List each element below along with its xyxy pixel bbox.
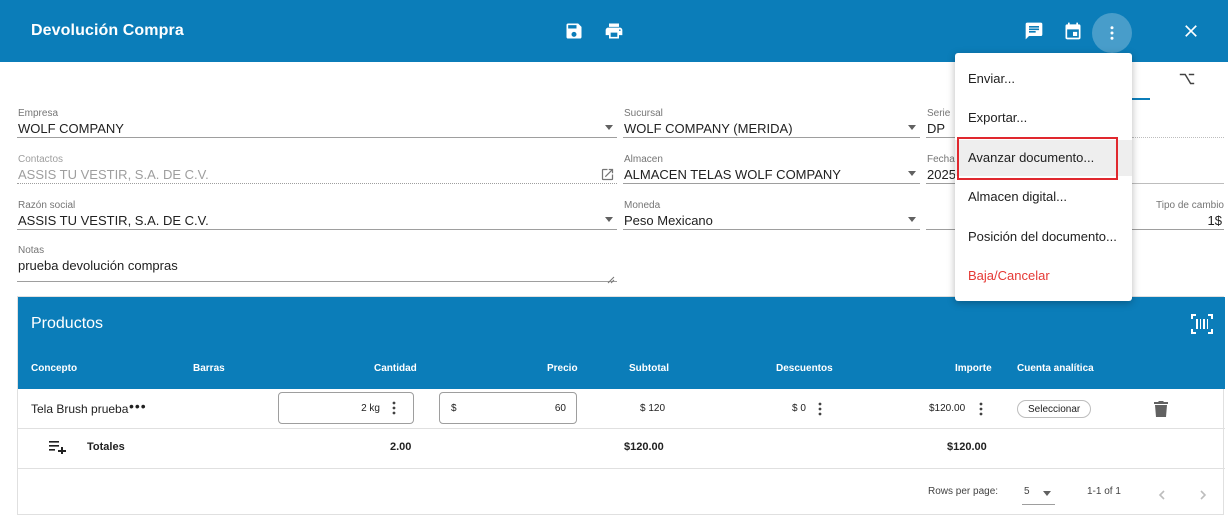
- empresa-label: Empresa: [18, 108, 59, 119]
- chevron-down-icon[interactable]: [908, 125, 916, 130]
- moneda-value: Peso Mexicano: [624, 213, 713, 228]
- concepto-cell: Tela Brush prueba: [31, 402, 129, 416]
- calendar-icon[interactable]: [1062, 20, 1084, 42]
- chevron-down-icon[interactable]: [908, 217, 916, 222]
- more-vertical-icon[interactable]: [1092, 13, 1132, 53]
- contactos-field[interactable]: Contactos ASSIS TU VESTIR, S.A. DE C.V.: [17, 154, 617, 184]
- razon-social-value: ASSIS TU VESTIR, S.A. DE C.V.: [18, 213, 209, 228]
- cantidad-value: 2 kg: [361, 403, 380, 414]
- more-horizontal-icon[interactable]: •••: [129, 398, 147, 414]
- totals-subtotal: $120.00: [624, 441, 664, 453]
- razon-social-field[interactable]: Razón social ASSIS TU VESTIR, S.A. DE C.…: [17, 200, 617, 230]
- trash-icon[interactable]: [1154, 401, 1168, 417]
- page-title: Devolución Compra: [31, 22, 184, 39]
- column-header-concepto: Concepto: [31, 363, 78, 374]
- more-vertical-icon[interactable]: [391, 401, 397, 415]
- contactos-value: ASSIS TU VESTIR, S.A. DE C.V.: [18, 167, 209, 182]
- chevron-down-icon[interactable]: [605, 125, 613, 130]
- totals-importe: $120.00: [947, 441, 987, 453]
- column-header-cuenta-analitica: Cuenta analítica: [1017, 363, 1094, 374]
- fecha-extra-field: [1132, 154, 1224, 184]
- notas-value: prueba devolución compras: [18, 258, 178, 273]
- print-icon[interactable]: [603, 20, 625, 42]
- moneda-label: Moneda: [624, 200, 661, 211]
- table-row: Tela Brush prueba ••• 2 kg $ 60 $ 120 $ …: [18, 389, 1225, 429]
- menu-item-almacen-digital[interactable]: Almacen digital...: [955, 179, 1132, 215]
- comment-icon[interactable]: [1023, 20, 1045, 42]
- column-header-barras: Barras: [193, 363, 225, 374]
- save-icon[interactable]: [563, 20, 585, 42]
- totals-label: Totales: [87, 441, 125, 453]
- serie-folio-field: [1132, 108, 1224, 138]
- rows-per-page-value: 5: [1024, 486, 1030, 497]
- barcode-scan-icon[interactable]: [1191, 314, 1213, 334]
- contactos-label: Contactos: [18, 154, 64, 165]
- open-external-icon[interactable]: [600, 167, 615, 182]
- menu-item-exportar[interactable]: Exportar...: [955, 100, 1132, 136]
- column-header-subtotal: Subtotal: [629, 363, 669, 374]
- products-header: Productos Concepto Barras Cantidad Preci…: [18, 297, 1225, 389]
- column-header-importe: Importe: [955, 363, 992, 374]
- almacen-value: ALMACEN TELAS WOLF COMPANY: [624, 167, 841, 182]
- almacen-label: Almacen: [624, 154, 663, 165]
- column-header-cantidad: Cantidad: [374, 363, 417, 374]
- rows-per-page-label: Rows per page:: [928, 486, 999, 497]
- column-header-descuentos: Descuentos: [776, 363, 833, 374]
- descuentos-cell: $ 0: [792, 403, 806, 414]
- chevron-right-icon[interactable]: [1198, 487, 1208, 505]
- resize-handle-icon[interactable]: [607, 271, 615, 284]
- moneda-extra-field: [926, 200, 956, 230]
- sucursal-field[interactable]: Sucursal WOLF COMPANY (MERIDA): [623, 108, 920, 138]
- notas-field[interactable]: Notas prueba devolución compras: [17, 245, 617, 284]
- cantidad-input[interactable]: 2 kg: [278, 392, 414, 424]
- subtotal-cell: $ 120: [640, 403, 666, 414]
- fecha-label: Fecha: [927, 154, 955, 165]
- menu-item-avanzar-documento[interactable]: Avanzar documento...: [955, 140, 1132, 176]
- pagination-range: 1-1 of 1: [1087, 486, 1121, 497]
- more-vertical-icon[interactable]: [817, 402, 823, 416]
- totals-row: Totales 2.00 $120.00 $120.00: [18, 429, 1225, 469]
- rows-per-page-select[interactable]: 5: [1022, 479, 1055, 505]
- notas-label: Notas: [18, 245, 45, 256]
- tipo-cambio-value: 1$: [1207, 213, 1222, 228]
- serie-field[interactable]: Serie DP: [926, 108, 956, 138]
- products-panel: Productos Concepto Barras Cantidad Preci…: [17, 296, 1225, 515]
- fecha-field[interactable]: Fecha 2025: [926, 154, 956, 184]
- tipo-cambio-label: Tipo de cambio: [1156, 200, 1224, 211]
- fecha-value: 2025: [927, 167, 956, 182]
- tipo-cambio-field[interactable]: Tipo de cambio 1$: [1132, 200, 1224, 230]
- empresa-value: WOLF COMPANY: [18, 121, 124, 136]
- moneda-field[interactable]: Moneda Peso Mexicano: [623, 200, 920, 230]
- branch-icon[interactable]: [1178, 70, 1198, 90]
- serie-value: DP: [927, 121, 946, 136]
- close-icon[interactable]: [1180, 20, 1202, 42]
- precio-input[interactable]: $ 60: [439, 392, 577, 424]
- almacen-field[interactable]: Almacen ALMACEN TELAS WOLF COMPANY: [623, 154, 920, 184]
- column-header-precio: Precio: [547, 363, 578, 374]
- menu-item-posicion-documento[interactable]: Posición del documento...: [955, 219, 1132, 255]
- precio-value: 60: [554, 403, 566, 414]
- totals-cantidad: 2.00: [390, 441, 412, 453]
- menu-item-baja-cancelar[interactable]: Baja/Cancelar: [955, 258, 1132, 294]
- chevron-down-icon[interactable]: [908, 171, 916, 176]
- more-vertical-icon[interactable]: [978, 402, 984, 416]
- more-options-menu: Enviar... Exportar... Avanzar documento.…: [955, 53, 1132, 301]
- chevron-down-icon[interactable]: [1043, 491, 1051, 496]
- chevron-down-icon[interactable]: [605, 217, 613, 222]
- sucursal-value: WOLF COMPANY (MERIDA): [624, 121, 793, 136]
- menu-item-enviar[interactable]: Enviar...: [955, 61, 1132, 97]
- serie-label: Serie: [927, 108, 951, 119]
- sucursal-label: Sucursal: [624, 108, 663, 119]
- empresa-field[interactable]: Empresa WOLF COMPANY: [17, 108, 617, 138]
- precio-currency: $: [451, 403, 457, 414]
- chevron-left-icon[interactable]: [1157, 487, 1167, 505]
- add-list-icon[interactable]: [49, 440, 67, 459]
- importe-cell: $120.00: [929, 403, 966, 414]
- razon-social-label: Razón social: [18, 200, 76, 211]
- products-title: Productos: [31, 315, 104, 332]
- seleccionar-button[interactable]: Seleccionar: [1017, 400, 1092, 418]
